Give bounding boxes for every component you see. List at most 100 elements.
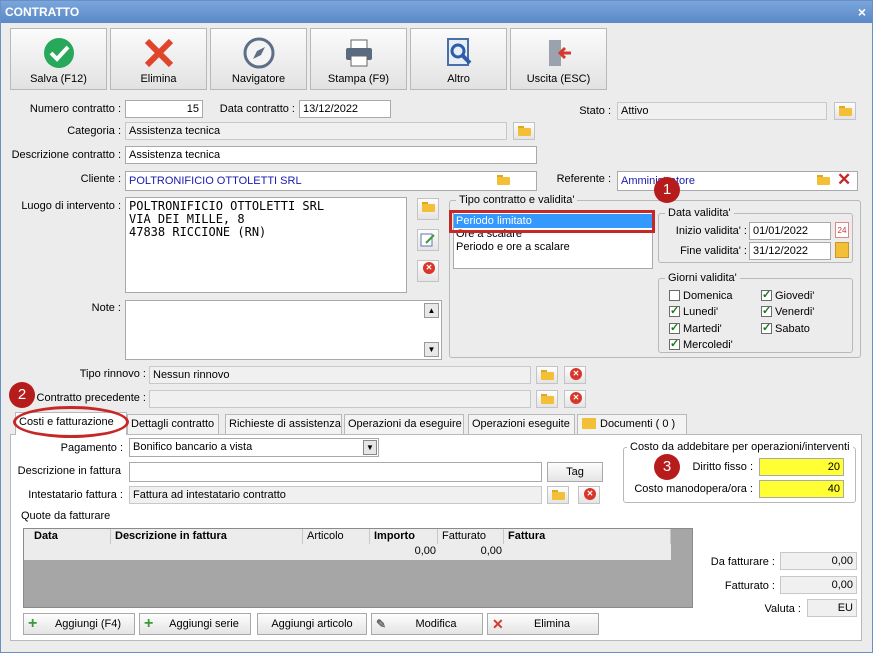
invoice-holder-clear-button[interactable] — [578, 486, 600, 504]
column-header[interactable]: Fatturato — [438, 529, 504, 544]
tag-button[interactable]: Tag — [547, 462, 603, 482]
tab-documenti[interactable]: Documenti ( 0 ) — [577, 414, 687, 434]
annotation-badge: 2 — [9, 382, 35, 408]
client-field[interactable]: POLTRONIFICIO OTTOLETTI SRL — [125, 171, 537, 191]
tab-operazioni-eseguite[interactable]: Operazioni eseguite — [468, 414, 575, 434]
labor-cost-field[interactable]: 40 — [759, 480, 844, 498]
tab-operazioni-da-eseguire[interactable]: Operazioni da eseguire — [344, 414, 464, 434]
contract-number-field[interactable]: 15 — [125, 100, 203, 118]
invoice-holder-label: Intestatario fattura : — [28, 489, 123, 501]
checkbox-domenica[interactable]: Domenica — [669, 290, 733, 302]
red-x-icon — [144, 38, 174, 68]
client-folder-icon[interactable] — [493, 172, 515, 190]
compass-icon — [243, 37, 275, 69]
contract-window: CONTRATTO × Salva (F12) Elimina Navigato… — [0, 0, 873, 653]
print-button[interactable]: Stampa (F9) — [310, 28, 407, 90]
save-button[interactable]: Salva (F12) — [10, 28, 107, 90]
tab-richieste-assistenza[interactable]: Richieste di assistenza — [225, 414, 342, 434]
to-invoice-label: Da fatturare : — [710, 556, 775, 568]
contact-folder-icon[interactable] — [813, 172, 835, 190]
add-button[interactable]: + Aggiungi (F4) — [23, 613, 135, 635]
contact-clear-icon[interactable]: ✕ — [837, 170, 851, 190]
notes-textarea[interactable] — [125, 300, 442, 360]
contract-date-field[interactable]: 13/12/2022 — [299, 100, 391, 118]
checkbox-giovedi[interactable]: Giovedi' — [761, 288, 815, 302]
tab-dettagli-contratto[interactable]: Dettagli contratto — [127, 414, 219, 434]
navigator-button[interactable]: Navigatore — [210, 28, 307, 90]
category-folder-button[interactable] — [513, 122, 535, 140]
scroll-down-icon[interactable]: ▼ — [424, 342, 439, 357]
previous-clear-button[interactable] — [564, 390, 586, 408]
checkbox-label: Lunedi' — [683, 306, 719, 318]
location-clear-button[interactable] — [417, 260, 439, 282]
calendar-icon[interactable]: 24 — [835, 222, 849, 238]
checkbox-sabato[interactable]: Sabato — [761, 321, 810, 335]
annotation-badge: 1 — [654, 177, 680, 203]
scroll-up-icon[interactable]: ▲ — [424, 303, 439, 318]
edit-icon: ✎ — [376, 617, 387, 631]
location-folder-button[interactable] — [417, 198, 439, 220]
payment-select[interactable]: Bonifico bancario a vista ▼ — [129, 438, 379, 457]
column-header[interactable]: Fattura — [504, 529, 671, 544]
previous-folder-button[interactable] — [536, 390, 558, 408]
invoice-holder-folder-button[interactable] — [547, 486, 569, 504]
renewal-field: Nessun rinnovo — [149, 366, 531, 384]
invoice-holder-field: Fattura ad intestatario contratto — [129, 486, 542, 504]
invoiced-field: 0,00 — [780, 576, 857, 594]
folder-icon[interactable] — [835, 242, 849, 258]
chevron-down-icon[interactable]: ▼ — [363, 440, 377, 455]
location-label: Luogo di intervento : — [21, 200, 121, 212]
other-button[interactable]: Altro — [410, 28, 507, 90]
currency-label: Valuta : — [764, 603, 802, 615]
delete-button[interactable]: Elimina — [110, 28, 207, 90]
start-date-field[interactable]: 01/01/2022 — [749, 222, 831, 240]
folder-icon — [582, 418, 596, 429]
renewal-folder-button[interactable] — [536, 366, 558, 384]
renewal-clear-button[interactable] — [564, 366, 586, 384]
end-date-label: Fine validita' : — [680, 245, 747, 257]
contract-date-label: Data contratto : — [219, 103, 295, 115]
end-date-field[interactable]: 31/12/2022 — [749, 242, 831, 260]
plus-icon: + — [144, 615, 154, 632]
edit-button[interactable]: ✎ Modifica — [371, 613, 483, 635]
column-header[interactable]: Importo — [370, 529, 438, 544]
contract-type-option[interactable]: Periodo e ore a scalare — [456, 241, 570, 254]
invoice-description-label: Descrizione in fattura — [17, 465, 121, 477]
add-article-button[interactable]: Aggiungi articolo — [257, 613, 367, 635]
invoice-description-field[interactable] — [129, 462, 542, 482]
exit-button[interactable]: Uscita (ESC) — [510, 28, 607, 90]
checkbox-label: Domenica — [683, 290, 733, 302]
payment-label: Pagamento : — [60, 442, 123, 454]
checkbox-label: Martedi' — [683, 323, 722, 335]
contract-number-label: Numero contratto : — [29, 103, 121, 115]
checkbox-label: Venerdi' — [775, 306, 815, 318]
invoiced-label: Fatturato : — [724, 580, 775, 592]
tab-documenti-label: Documenti ( 0 ) — [600, 418, 676, 430]
edit-icon — [420, 233, 435, 247]
checkbox-label: Giovedi' — [775, 290, 815, 302]
delete-row-button[interactable]: ✕ Elimina — [487, 613, 599, 635]
checkbox-martedi[interactable]: Martedi' — [669, 321, 722, 335]
location-textarea[interactable]: POLTRONIFICIO OTTOLETTI SRL VIA DEI MILL… — [125, 197, 407, 293]
red-x-icon: ✕ — [492, 616, 504, 632]
checkbox-label: Sabato — [775, 323, 810, 335]
edit-note-button[interactable] — [417, 229, 439, 251]
checkbox-box — [669, 304, 680, 317]
plus-icon: + — [28, 615, 38, 632]
client-label: Cliente : — [80, 173, 121, 185]
status-folder-button[interactable] — [834, 102, 856, 120]
contract-type-title: Tipo contratto e validita' — [456, 194, 578, 206]
close-icon[interactable]: × — [858, 1, 866, 23]
total-importo: 0,00 — [414, 545, 436, 557]
currency-field: EU — [807, 599, 857, 617]
description-field[interactable]: Assistenza tecnica — [125, 146, 537, 164]
add-series-button[interactable]: + Aggiungi serie — [139, 613, 251, 635]
column-header[interactable]: Data — [30, 529, 111, 544]
checkbox-mercoledi[interactable]: Mercoledi' — [669, 337, 733, 351]
checkbox-lunedi[interactable]: Lunedi' — [669, 304, 719, 318]
checkbox-venerdi[interactable]: Venerdi' — [761, 304, 815, 318]
status-label: Stato : — [579, 105, 611, 117]
column-header[interactable]: Descrizione in fattura — [111, 529, 303, 544]
fixed-fee-field[interactable]: 20 — [759, 458, 844, 476]
column-header[interactable]: Articolo — [303, 529, 370, 544]
